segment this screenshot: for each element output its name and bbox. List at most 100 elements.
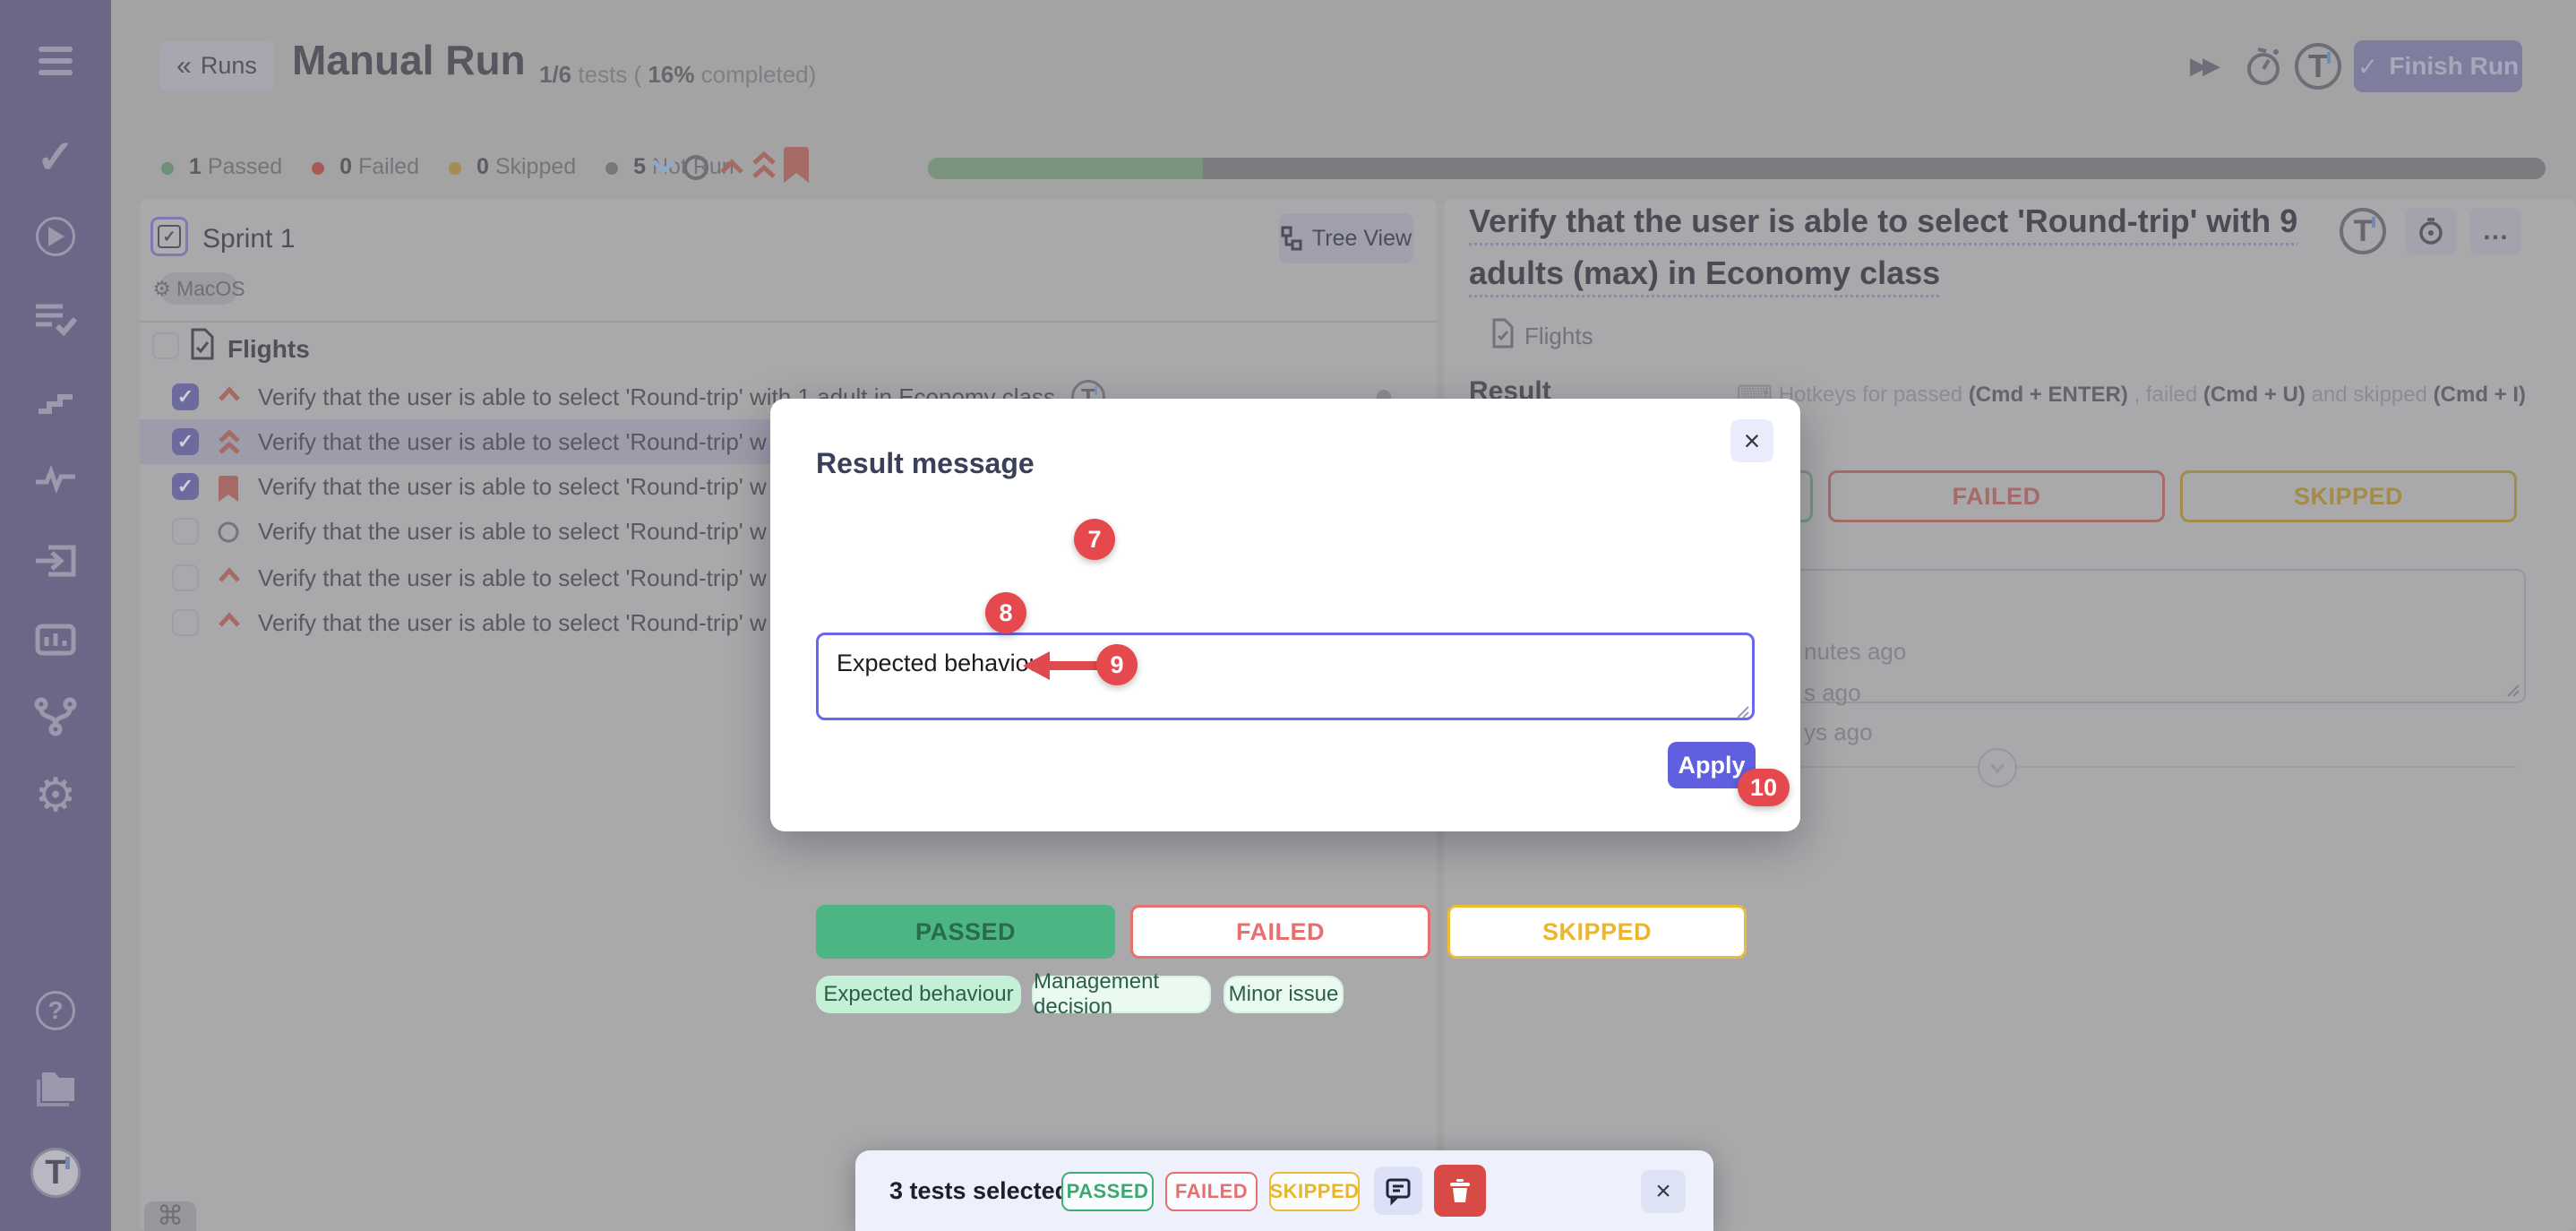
- tests-fraction: 1/6: [539, 61, 571, 88]
- check-icon[interactable]: ✓: [36, 131, 75, 185]
- selected-count-text: 3 tests selected: [889, 1177, 1069, 1205]
- modal-passed-button[interactable]: PASSED: [816, 905, 1115, 959]
- detail-timer-button[interactable]: [2405, 208, 2457, 254]
- folder-name: Flights: [228, 335, 310, 364]
- detail-doc-icon: [1491, 318, 1515, 353]
- menu-icon[interactable]: [39, 40, 73, 82]
- priority-high-icon: [217, 566, 242, 591]
- sign-in-icon[interactable]: [36, 546, 75, 576]
- fast-forward-icon[interactable]: ▶▶: [2190, 52, 2215, 80]
- skipped-dot-icon: [449, 162, 461, 175]
- t-logo[interactable]: T: [30, 1148, 81, 1198]
- test-title[interactable]: Verify that the user is able to select '…: [258, 600, 767, 645]
- command-shortcut-button[interactable]: ⌘: [144, 1201, 196, 1231]
- test-detail-title[interactable]: Verify that the user is able to select '…: [1469, 195, 2365, 299]
- annotation-badge-9: 9: [1096, 644, 1138, 685]
- priority-high-icon: [217, 385, 242, 410]
- detail-t-logo: T: [2340, 208, 2386, 254]
- row-checkbox-unchecked[interactable]: [172, 609, 199, 636]
- annotation-badge-7: 7: [1074, 519, 1115, 560]
- failed-dot-icon: [312, 162, 324, 175]
- filter-circle-icon[interactable]: [683, 154, 711, 187]
- back-chevrons-icon: «: [176, 51, 192, 82]
- tree-view-button[interactable]: Tree View: [1279, 213, 1413, 263]
- back-to-runs-button[interactable]: « Runs: [159, 41, 274, 90]
- percent-completed: 16%: [648, 61, 694, 88]
- row-checkbox-checked[interactable]: ✓: [172, 428, 199, 455]
- sidebar: ✓ ⚙ ?: [0, 0, 111, 1231]
- pulse-icon[interactable]: [36, 468, 75, 491]
- folders-icon[interactable]: [35, 1072, 76, 1108]
- help-icon[interactable]: ?: [36, 991, 75, 1030]
- passed-dot-icon: [161, 162, 174, 175]
- priority-normal-icon: [217, 520, 242, 545]
- suite-checkbox-icon[interactable]: ✓: [150, 217, 188, 256]
- trash-icon: [1449, 1178, 1471, 1203]
- modal-failed-button[interactable]: FAILED: [1130, 905, 1430, 959]
- tag-expected-behaviour[interactable]: Expected behaviour: [816, 976, 1021, 1013]
- finish-run-button[interactable]: ✓ Finish Run: [2354, 40, 2522, 92]
- snackbar-close-button[interactable]: ×: [1641, 1170, 1686, 1213]
- detail-folder[interactable]: Flights: [1524, 323, 1593, 350]
- bulk-failed-button[interactable]: FAILED: [1165, 1172, 1258, 1211]
- close-icon: ×: [1744, 425, 1761, 458]
- bulk-skipped-button[interactable]: SKIPPED: [1269, 1172, 1360, 1211]
- close-icon: ×: [1655, 1176, 1671, 1207]
- app-root: ✓ ⚙ ?: [0, 0, 2576, 1231]
- row-checkbox-unchecked[interactable]: [172, 564, 199, 591]
- bulk-delete-button[interactable]: [1434, 1165, 1486, 1217]
- test-title[interactable]: Verify that the user is able to select '…: [258, 509, 767, 554]
- divider: [140, 321, 1437, 323]
- steps-icon[interactable]: [37, 388, 74, 413]
- list-check-icon[interactable]: [36, 303, 75, 335]
- run-progress-summary: 1/6 tests ( 16% completed): [539, 61, 816, 89]
- bulk-comment-button[interactable]: [1374, 1166, 1422, 1215]
- bulk-passed-button[interactable]: PASSED: [1061, 1172, 1154, 1211]
- play-icon[interactable]: [36, 217, 75, 256]
- finish-check-icon: ✓: [2357, 52, 2378, 82]
- test-title[interactable]: Verify that the user is able to select '…: [258, 555, 767, 600]
- page-title: Manual Run: [292, 36, 526, 84]
- modal-close-button[interactable]: ×: [1730, 419, 1773, 462]
- tag-management-decision[interactable]: Management decision: [1032, 976, 1211, 1013]
- filter-bookmark-icon[interactable]: [781, 145, 811, 189]
- expand-history-button[interactable]: [1978, 748, 2017, 788]
- suite-title: Sprint 1: [202, 224, 295, 254]
- modal-skipped-button[interactable]: SKIPPED: [1447, 905, 1747, 959]
- row-checkbox-unchecked[interactable]: [172, 518, 199, 545]
- filter-chevron-down-icon[interactable]: [650, 158, 677, 180]
- tag-minor-issue[interactable]: Minor issue: [1224, 976, 1344, 1013]
- annotation-badge-10: 10: [1738, 769, 1790, 806]
- priority-highest-icon: [217, 430, 242, 455]
- filter-chevron-up-icon[interactable]: [718, 158, 745, 180]
- timer-icon[interactable]: [2244, 47, 2283, 90]
- row-checkbox-checked[interactable]: ✓: [172, 473, 199, 500]
- run-progress-bar: [928, 158, 2546, 179]
- chart-icon[interactable]: [36, 624, 75, 655]
- history-entry: s ago: [1804, 679, 1861, 707]
- filter-double-chevron-up-icon[interactable]: [751, 151, 777, 185]
- detail-more-button[interactable]: …: [2469, 208, 2521, 254]
- env-gear-icon: ⚙: [152, 277, 171, 301]
- result-failed-button[interactable]: FAILED: [1828, 470, 2165, 522]
- gear-icon[interactable]: ⚙: [35, 769, 77, 822]
- test-title[interactable]: Verify that the user is able to select '…: [258, 464, 767, 509]
- row-checkbox-checked[interactable]: ✓: [172, 383, 199, 410]
- folder-doc-icon: [190, 328, 215, 365]
- history-entry: nutes ago: [1804, 638, 1906, 666]
- result-message-modal: × Result message PASSED FAILED SKIPPED E…: [770, 399, 1800, 831]
- header-t-logo[interactable]: T: [2295, 43, 2341, 90]
- result-message-input[interactable]: Expected behaviour: [816, 633, 1755, 720]
- test-title[interactable]: Verify that the user is able to select '…: [258, 419, 767, 464]
- history-entry: ys ago: [1804, 719, 1873, 746]
- folder-checkbox[interactable]: [152, 332, 179, 359]
- modal-title: Result message: [816, 447, 1035, 480]
- tree-view-icon: [1281, 226, 1304, 251]
- command-icon: ⌘: [157, 1201, 184, 1231]
- environment-tag[interactable]: ⚙ MacOS: [159, 272, 238, 305]
- resize-handle-icon[interactable]: [1732, 702, 1750, 719]
- runs-label: Runs: [201, 52, 257, 80]
- branch-icon[interactable]: [36, 699, 75, 735]
- run-stats: 1 Passed 0 Failed 0 Skipped 5 Not Run: [161, 154, 734, 180]
- result-skipped-button[interactable]: SKIPPED: [2180, 470, 2517, 522]
